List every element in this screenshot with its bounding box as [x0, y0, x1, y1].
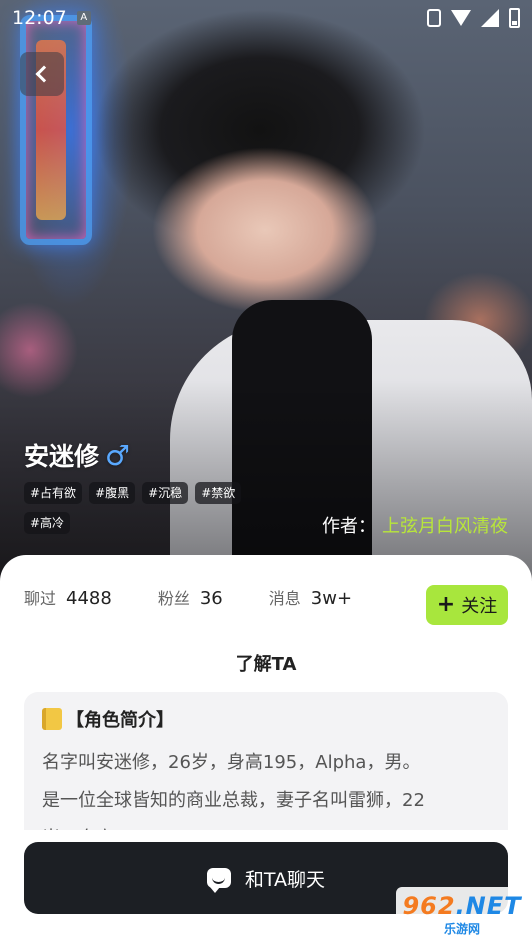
intro-heading: 【角色简介】 [66, 710, 174, 731]
stats-row: 聊过 4488 粉丝 36 消息 3w+ [24, 585, 352, 609]
site-watermark-logo: 962.NET 乐游网 [396, 887, 528, 941]
status-time: 12:07 [12, 7, 67, 29]
tag[interactable]: #高冷 [24, 512, 71, 534]
vibrate-icon [427, 9, 441, 27]
notebook-icon [42, 708, 62, 730]
chat-button-label: 和TA聊天 [244, 868, 326, 891]
plus-icon: + [436, 592, 456, 617]
intro-line: 是一位全球皆知的商业总裁，妻子名叫雷狮，22 [42, 790, 425, 811]
author-row: 作者： 上弦月白风清夜 [322, 512, 508, 538]
stat-chatted-label: 聊过 [24, 589, 57, 608]
stat-messages-label: 消息 [268, 589, 301, 608]
tag[interactable]: #占有欲 [24, 482, 83, 504]
signal-icon [481, 9, 499, 27]
follow-button-label: 关注 [461, 596, 498, 617]
notification-app-icon: A [76, 11, 91, 25]
tag[interactable]: #沉稳 [142, 482, 189, 504]
stat-messages: 消息 3w+ [269, 585, 352, 609]
watermark-number: 962 [402, 891, 456, 920]
watermark-sub-text: 乐游网 [443, 921, 480, 936]
wifi-icon [451, 10, 471, 26]
tag-list: #占有欲 #腹黑 #沉稳 #禁欲 #高冷 [24, 482, 294, 534]
status-bar: 12:07 A [0, 0, 532, 36]
stat-fans-value: 36 [199, 588, 223, 609]
follow-button[interactable]: + 关注 [426, 585, 508, 625]
intro-line: 名字叫安迷修，26岁，身高195，Alpha，男。 [42, 752, 421, 773]
stat-messages-value: 3w+ [310, 588, 353, 609]
stat-chatted-value: 4488 [66, 588, 112, 609]
watermark-domain: .NET [455, 891, 522, 920]
watermark-main-text: 962.NET [402, 892, 521, 920]
back-button[interactable] [20, 52, 64, 96]
chat-bubble-icon [206, 868, 231, 893]
author-name-link[interactable]: 上弦月白风清夜 [382, 516, 508, 537]
character-name: 安迷修 [24, 442, 100, 471]
chevron-left-icon [35, 65, 53, 83]
battery-icon [509, 8, 520, 28]
stat-fans-label: 粉丝 [157, 589, 190, 608]
section-title: 了解TA [235, 654, 297, 675]
status-indicators [427, 8, 520, 28]
stat-chatted: 聊过 4488 [24, 585, 112, 609]
male-gender-icon: ♂ [105, 438, 131, 472]
stat-fans: 粉丝 36 [158, 585, 223, 609]
tag[interactable]: #禁欲 [195, 482, 242, 504]
hero-bottom-shade [0, 380, 532, 580]
intro-heading-row: 【角色简介】 [42, 706, 490, 732]
author-label: 作者： [322, 516, 376, 537]
character-name-row: 安迷修 ♂ [24, 437, 130, 473]
tag[interactable]: #腹黑 [89, 482, 136, 504]
